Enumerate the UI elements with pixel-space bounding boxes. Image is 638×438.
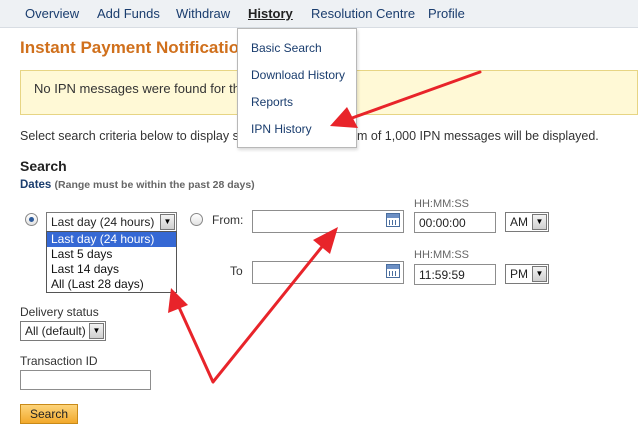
menu-item-basic-search[interactable]: Basic Search [251,41,322,55]
from-ampm-select[interactable]: AM ▼ [505,212,549,232]
annotation-arrow-range [168,227,338,384]
calendar-icon[interactable] [386,213,400,227]
instructions-text-left: Select search criteria below to display … [20,129,246,143]
dates-hint: (Range must be within the past 28 days) [54,179,255,191]
chevron-down-icon[interactable]: ▼ [532,214,547,230]
notice-text: No IPN messages were found for the p [34,81,259,96]
time-format-label: HH:MM:SS [414,198,469,210]
chevron-down-icon[interactable]: ▼ [160,214,175,230]
range-options-list: Last day (24 hours) Last 5 days Last 14 … [46,231,177,293]
delivery-status-select[interactable]: All (default) ▼ [20,321,106,341]
nav-overview[interactable]: Overview [25,6,79,21]
dates-label: Dates (Range must be within the past 28 … [20,179,255,191]
range-option[interactable]: Last 14 days [47,262,176,277]
from-date-input[interactable] [252,210,404,233]
range-option[interactable]: Last 5 days [47,247,176,262]
search-heading: Search [20,158,67,174]
nav-profile[interactable]: Profile [428,6,465,21]
calendar-icon[interactable] [386,264,400,278]
from-time-input[interactable]: 00:00:00 [414,212,496,233]
transaction-id-input[interactable] [20,370,151,390]
transaction-id-label: Transaction ID [20,354,98,368]
dates-label-text: Dates [20,179,52,191]
range-radio[interactable] [25,213,38,226]
custom-range-radio[interactable] [190,213,203,226]
range-select-value: Last day (24 hours) [51,215,155,229]
range-option[interactable]: Last day (24 hours) [47,232,176,247]
page-title: Instant Payment Notification [20,38,250,57]
instructions-text-right: m of 1,000 IPN messages will be displaye… [357,129,599,143]
nav-add-funds[interactable]: Add Funds [97,6,160,21]
from-label: From: [212,213,244,227]
range-option[interactable]: All (Last 28 days) [47,277,176,292]
range-select[interactable]: Last day (24 hours) ▼ [46,212,177,232]
time-format-label: HH:MM:SS [414,249,469,261]
search-button[interactable]: Search [20,404,78,424]
menu-item-download-history[interactable]: Download History [251,68,345,82]
menu-item-ipn-history[interactable]: IPN History [251,122,312,136]
to-label: To [230,264,243,278]
chevron-down-icon[interactable]: ▼ [89,323,104,339]
to-date-input[interactable] [252,261,404,284]
chevron-down-icon[interactable]: ▼ [532,266,547,282]
history-menu: Basic Search Download History Reports IP… [237,28,357,148]
menu-item-reports[interactable]: Reports [251,95,293,109]
to-ampm-select[interactable]: PM ▼ [505,264,549,284]
delivery-status-label: Delivery status [20,305,99,319]
nav-withdraw[interactable]: Withdraw [176,6,230,21]
to-time-input[interactable]: 11:59:59 [414,264,496,285]
nav-resolution-centre[interactable]: Resolution Centre [311,6,415,21]
top-nav: Overview Add Funds Withdraw History Reso… [0,0,638,28]
nav-history[interactable]: History [248,6,293,21]
